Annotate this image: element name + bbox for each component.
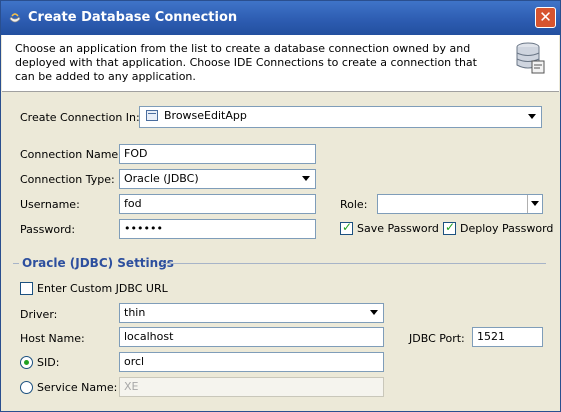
section-divider	[13, 263, 19, 264]
description-banner: Choose an application from the list to c…	[2, 35, 559, 92]
sid-radio[interactable]	[20, 356, 33, 369]
sid-field[interactable]: orcl	[119, 352, 384, 372]
custom-jdbc-url-checkbox[interactable]	[20, 282, 33, 295]
radio-selected-dot	[24, 360, 29, 365]
database-icon	[516, 42, 545, 74]
role-label: Role:	[340, 198, 368, 211]
jdbc-port-field[interactable]: 1521	[472, 327, 543, 347]
chevron-down-icon	[302, 176, 310, 181]
section-title: Oracle (JDBC) Settings	[22, 256, 174, 270]
chevron-down-icon	[370, 310, 378, 315]
application-icon	[146, 110, 158, 121]
driver-label: Driver:	[20, 308, 58, 321]
driver-value: thin	[124, 306, 146, 319]
connection-name-field[interactable]: FOD	[119, 144, 316, 164]
check-icon: ✓	[445, 220, 456, 234]
host-name-label: Host Name:	[20, 332, 85, 345]
connection-name-label: Connection Name:	[20, 148, 122, 161]
service-name-radio[interactable]	[20, 381, 33, 394]
close-icon: ✕	[539, 8, 552, 26]
create-in-select[interactable]: BrowseEditApp	[139, 106, 542, 128]
chevron-down-icon	[528, 114, 536, 119]
service-name-field[interactable]: XE	[119, 377, 384, 397]
connection-type-select[interactable]: Oracle (JDBC)	[119, 169, 316, 189]
section-divider	[161, 263, 546, 264]
create-in-label: Create Connection In:	[20, 111, 140, 124]
role-select[interactable]	[377, 194, 543, 214]
check-icon: ✓	[342, 220, 353, 234]
password-field[interactable]: ••••••	[119, 219, 316, 239]
save-password-label: Save Password	[357, 222, 439, 235]
chevron-down-icon	[531, 201, 539, 206]
jdbc-port-label: JDBC Port:	[409, 332, 465, 345]
password-label: Password:	[20, 223, 76, 236]
connection-type-label: Connection Type:	[20, 173, 115, 186]
jdeveloper-icon	[9, 13, 21, 23]
window-title: Create Database Connection	[28, 10, 238, 25]
create-database-connection-dialog: Create Database Connection ✕ Choose an a…	[0, 0, 561, 412]
username-field[interactable]: fod	[119, 194, 316, 214]
create-in-value: BrowseEditApp	[164, 109, 247, 122]
connection-type-value: Oracle (JDBC)	[124, 172, 199, 185]
custom-jdbc-url-label: Enter Custom JDBC URL	[37, 282, 168, 295]
title-bar: Create Database Connection ✕	[1, 1, 560, 35]
host-name-field[interactable]: localhost	[119, 327, 384, 347]
close-button[interactable]: ✕	[535, 7, 556, 28]
sid-label: SID:	[37, 356, 60, 369]
username-label: Username:	[20, 198, 80, 211]
description-text: Choose an application from the list to c…	[15, 42, 477, 83]
service-name-label: Service Name:	[37, 381, 118, 394]
role-dropdown-button[interactable]	[527, 195, 542, 213]
deploy-password-label: Deploy Password	[460, 222, 554, 235]
save-password-checkbox[interactable]: ✓	[340, 220, 353, 235]
deploy-password-checkbox[interactable]: ✓	[443, 220, 456, 235]
driver-select[interactable]: thin	[119, 303, 384, 323]
